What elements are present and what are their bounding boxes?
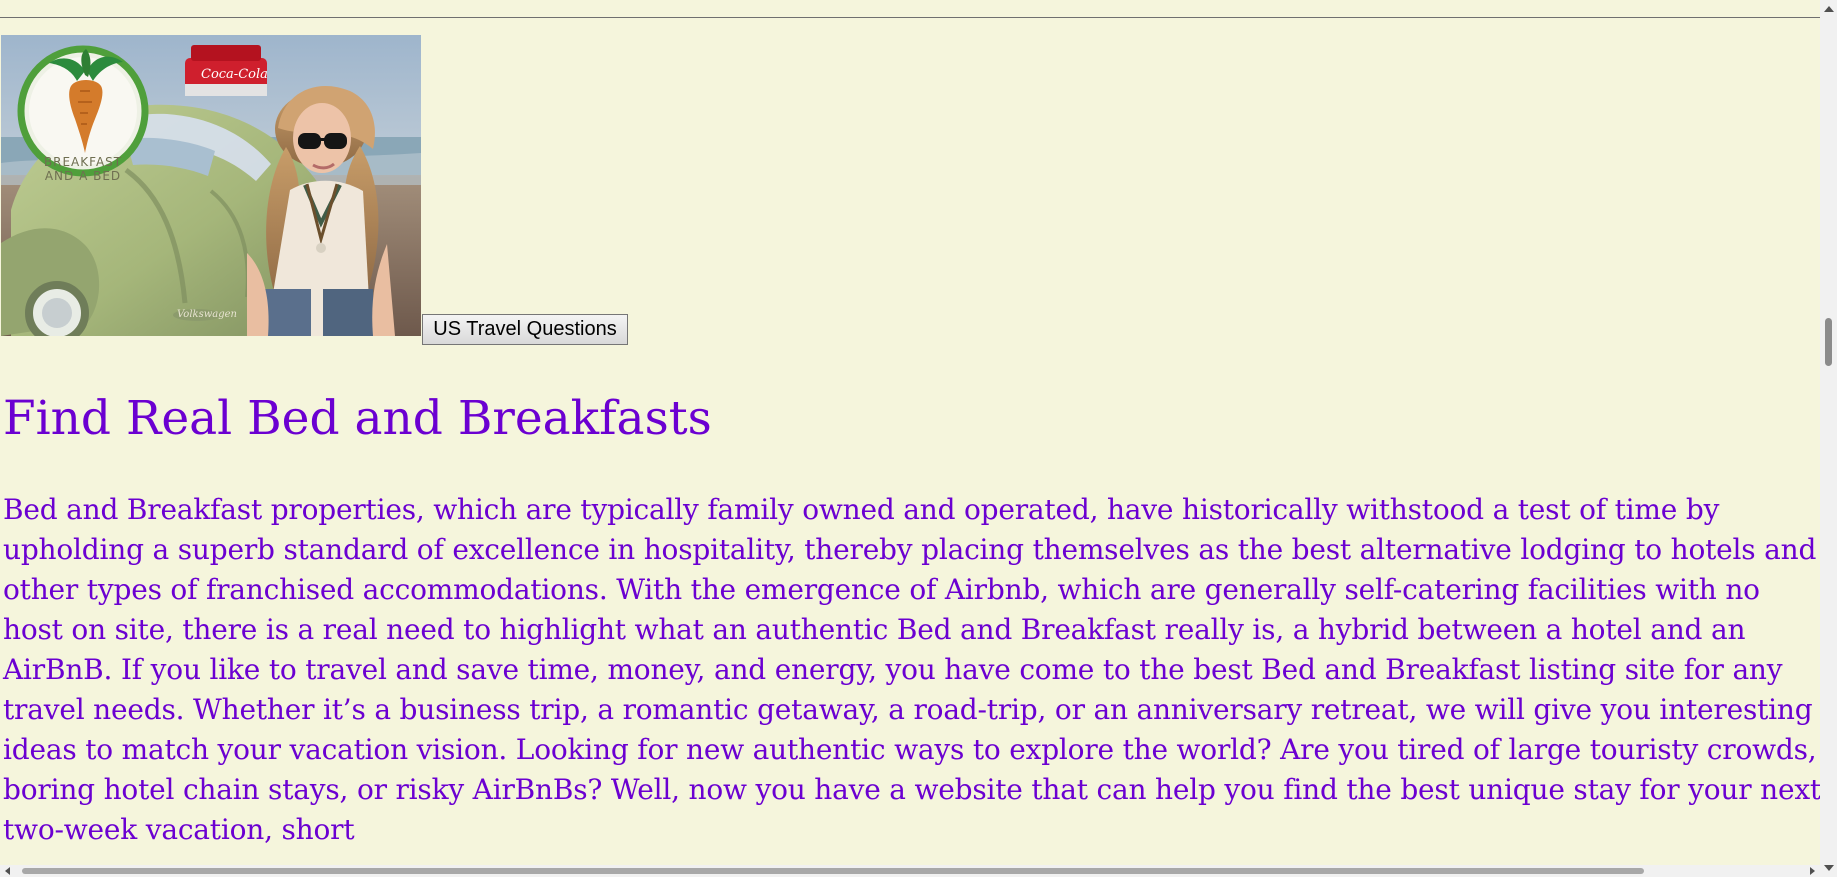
page: Volkswagen Coca-Cola BREAKFAST AND A BED… <box>0 0 1837 877</box>
logo-text-line-2: AND A BED <box>45 169 121 183</box>
vertical-scrollbar[interactable] <box>1820 0 1837 877</box>
chevron-up-icon[interactable] <box>1824 6 1834 12</box>
intro-paragraph: Bed and Breakfast properties, which are … <box>3 493 1821 846</box>
chevron-left-icon[interactable] <box>5 867 10 875</box>
horizontal-scroll-thumb[interactable] <box>22 868 1644 874</box>
cooler-illustration: Coca-Cola <box>185 45 268 96</box>
chevron-down-icon[interactable] <box>1824 865 1834 871</box>
us-travel-questions-button[interactable]: US Travel Questions <box>422 314 628 345</box>
horizontal-scrollbar[interactable] <box>0 865 1820 877</box>
page-title: Find Real Bed and Breakfasts <box>3 391 712 446</box>
logo-text-line-1: BREAKFAST <box>44 155 122 169</box>
horizontal-rule <box>0 17 1820 18</box>
svg-text:Coca-Cola: Coca-Cola <box>201 67 268 82</box>
svg-text:Volkswagen: Volkswagen <box>177 309 237 320</box>
chevron-right-icon[interactable] <box>1810 867 1815 875</box>
vertical-scroll-thumb[interactable] <box>1825 318 1832 366</box>
hero-image: Volkswagen Coca-Cola BREAKFAST AND A BED <box>1 35 421 336</box>
